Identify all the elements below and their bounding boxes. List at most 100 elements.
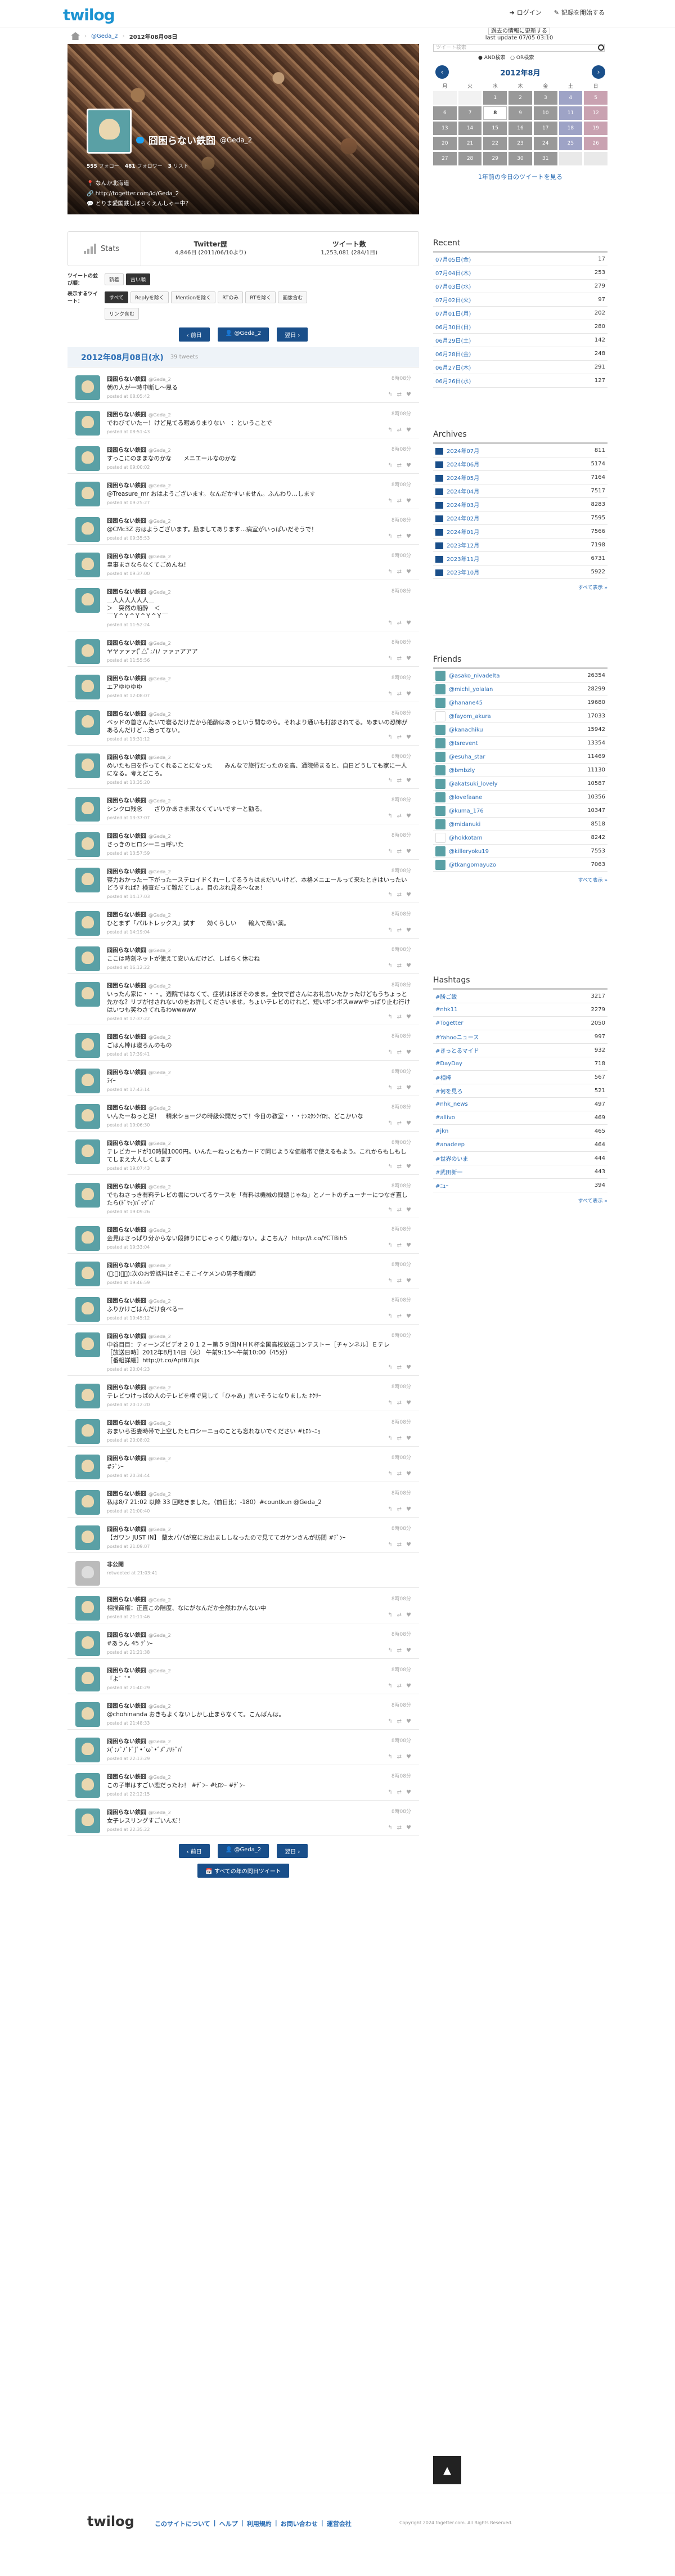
reply-icon[interactable]: ↰: [388, 1471, 392, 1477]
like-icon[interactable]: ♥: [406, 1242, 411, 1249]
tweet-time[interactable]: 8時08分: [392, 1032, 411, 1039]
tweet-posted[interactable]: posted at 13:37:07: [107, 815, 411, 824]
tweet-avatar[interactable]: [75, 588, 100, 613]
register-link[interactable]: ✎ 記録を開始する: [554, 8, 605, 17]
tweet-time[interactable]: 8時08分: [392, 1453, 411, 1461]
like-icon[interactable]: ♥: [406, 1612, 411, 1618]
tweet-author[interactable]: 囧困らない鉄囧 @Geda_2: [107, 1807, 411, 1816]
like-icon[interactable]: ♥: [406, 892, 411, 898]
cal-day[interactable]: 16: [508, 122, 532, 135]
breadcrumb-user[interactable]: @Geda_2: [91, 33, 118, 39]
cal-day[interactable]: 13: [433, 122, 457, 135]
tweet-posted[interactable]: posted at 21:09:07: [107, 1544, 411, 1552]
cal-day[interactable]: 22: [483, 137, 507, 150]
tweet-author[interactable]: 囧困らない鉄囧 @Geda_2: [107, 551, 411, 560]
reply-icon[interactable]: ↰: [388, 498, 392, 504]
like-icon[interactable]: ♥: [406, 1471, 411, 1477]
next-day-button[interactable]: 翌日 ›: [277, 327, 308, 342]
retweet-icon[interactable]: ⇄: [397, 892, 402, 898]
reply-icon[interactable]: ↰: [388, 813, 392, 819]
like-icon[interactable]: ♥: [406, 1400, 411, 1406]
tweet-time[interactable]: 8時08分: [392, 1067, 411, 1075]
tweet-author[interactable]: 囧困らない鉄囧 @Geda_2: [107, 831, 411, 840]
reply-icon[interactable]: ↰: [388, 1014, 392, 1020]
like-icon[interactable]: ♥: [406, 813, 411, 819]
tweet-time[interactable]: 8時08分: [392, 1807, 411, 1815]
cal-day[interactable]: 12: [584, 106, 608, 120]
tweet-posted[interactable]: posted at 14:19:04: [107, 930, 411, 938]
cal-day[interactable]: 31: [533, 152, 557, 165]
tweet-author[interactable]: 囧困らない鉄囧 @Geda_2: [107, 945, 411, 954]
back-to-top-button[interactable]: ▲: [433, 2456, 461, 2484]
home-icon[interactable]: [71, 32, 80, 40]
tweet-avatar[interactable]: [75, 911, 100, 936]
retweet-icon[interactable]: ⇄: [397, 1085, 402, 1091]
tweet-avatar[interactable]: [75, 1667, 100, 1691]
tweet-time[interactable]: 8時08分: [392, 1418, 411, 1425]
hashtag-item[interactable]: #Togetter 2050: [433, 1017, 608, 1030]
retweet-icon[interactable]: ⇄: [397, 1164, 402, 1170]
retweet-icon[interactable]: ⇄: [397, 620, 402, 626]
tweet-avatar[interactable]: [75, 411, 100, 436]
like-icon[interactable]: ♥: [406, 1435, 411, 1442]
cal-day[interactable]: 2: [508, 91, 532, 105]
tweet-avatar[interactable]: [75, 832, 100, 857]
tweet-posted[interactable]: posted at 21:11:46: [107, 1614, 411, 1623]
tweet-author[interactable]: 囧困らない鉄囧 @Geda_2: [107, 867, 411, 875]
hashtag-item[interactable]: #武田新一 443: [433, 1165, 608, 1179]
tweet-time[interactable]: 8時08分: [392, 1331, 411, 1339]
like-icon[interactable]: ♥: [406, 1278, 411, 1284]
reply-icon[interactable]: ↰: [388, 927, 392, 934]
retweet-icon[interactable]: ⇄: [397, 427, 402, 433]
archive-item[interactable]: 2023年10月 5922: [433, 566, 608, 579]
friend-item[interactable]: @lovefaane 10356: [433, 791, 608, 804]
tweet-time[interactable]: 8時08分: [392, 709, 411, 716]
cal-day[interactable]: 26: [584, 137, 608, 150]
filter-no-mention[interactable]: Mentionを除く: [170, 291, 216, 303]
archive-item[interactable]: 2023年12月 7198: [433, 538, 608, 552]
retweet-icon[interactable]: ⇄: [397, 734, 402, 741]
recent-item[interactable]: 07月05日(金) 17: [433, 253, 608, 266]
cal-day[interactable]: 21: [458, 137, 482, 150]
like-icon[interactable]: ♥: [406, 734, 411, 741]
retweet-icon[interactable]: ⇄: [397, 963, 402, 969]
cal-day[interactable]: 14: [458, 122, 482, 135]
reply-icon[interactable]: ↰: [388, 427, 392, 433]
reply-icon[interactable]: ↰: [388, 533, 392, 540]
retweet-icon[interactable]: ⇄: [397, 1242, 402, 1249]
retweet-icon[interactable]: ⇄: [397, 1365, 402, 1371]
retweet-icon[interactable]: ⇄: [397, 1471, 402, 1477]
tweet-posted[interactable]: posted at 21:21:38: [107, 1650, 411, 1658]
tweet-avatar[interactable]: [75, 375, 100, 400]
tweet-author[interactable]: 囧困らない鉄囧 @Geda_2: [107, 1032, 411, 1040]
reply-icon[interactable]: ↰: [388, 1612, 392, 1618]
profile-url[interactable]: 🔗 http://togetter.com/id/Geda_2: [87, 189, 191, 199]
tweet-author[interactable]: 囧困らない鉄囧 @Geda_2: [107, 1296, 411, 1304]
tweet-time[interactable]: 8時08分: [392, 1524, 411, 1532]
friend-item[interactable]: @michi_yolalan 28299: [433, 683, 608, 696]
archive-item[interactable]: 2024年04月 7517: [433, 484, 608, 498]
friend-item[interactable]: @hokkotam 8242: [433, 831, 608, 845]
tweet-posted[interactable]: posted at 19:07:43: [107, 1166, 411, 1174]
filter-rt-only[interactable]: RTのみ: [218, 291, 244, 303]
tweet-author[interactable]: 囧困らない鉄囧 @Geda_2: [107, 638, 411, 647]
friends-more-link[interactable]: すべて表示 »: [433, 876, 608, 883]
friend-item[interactable]: @asako_nivadelta 26354: [433, 669, 608, 683]
tweet-avatar[interactable]: [75, 1596, 100, 1621]
retweet-icon[interactable]: ⇄: [397, 1612, 402, 1618]
tweet-author[interactable]: 囧困らない鉄囧 @Geda_2: [107, 445, 411, 454]
tweet-author[interactable]: 囧困らない鉄囧 @Geda_2: [107, 1418, 411, 1426]
tweet-posted[interactable]: posted at 17:39:41: [107, 1052, 411, 1060]
tweet-author[interactable]: 囧困らない鉄囧 @Geda_2: [107, 910, 411, 918]
tweet-time[interactable]: 8時08分: [392, 1138, 411, 1146]
like-icon[interactable]: ♥: [406, 927, 411, 934]
recent-item[interactable]: 07月02日(火) 97: [433, 293, 608, 307]
tweet-posted[interactable]: posted at 08:05:42: [107, 394, 411, 402]
tweet-author[interactable]: 囧困らない鉄囧 @Geda_2: [107, 981, 411, 989]
hashtag-item[interactable]: #nhk_news 497: [433, 1098, 608, 1111]
reply-icon[interactable]: ↰: [388, 963, 392, 969]
tweet-posted[interactable]: posted at 20:08:02: [107, 1438, 411, 1446]
retweet-icon[interactable]: ⇄: [397, 1014, 402, 1020]
tweet-time[interactable]: 8時08分: [392, 551, 411, 559]
cal-day[interactable]: 17: [533, 122, 557, 135]
